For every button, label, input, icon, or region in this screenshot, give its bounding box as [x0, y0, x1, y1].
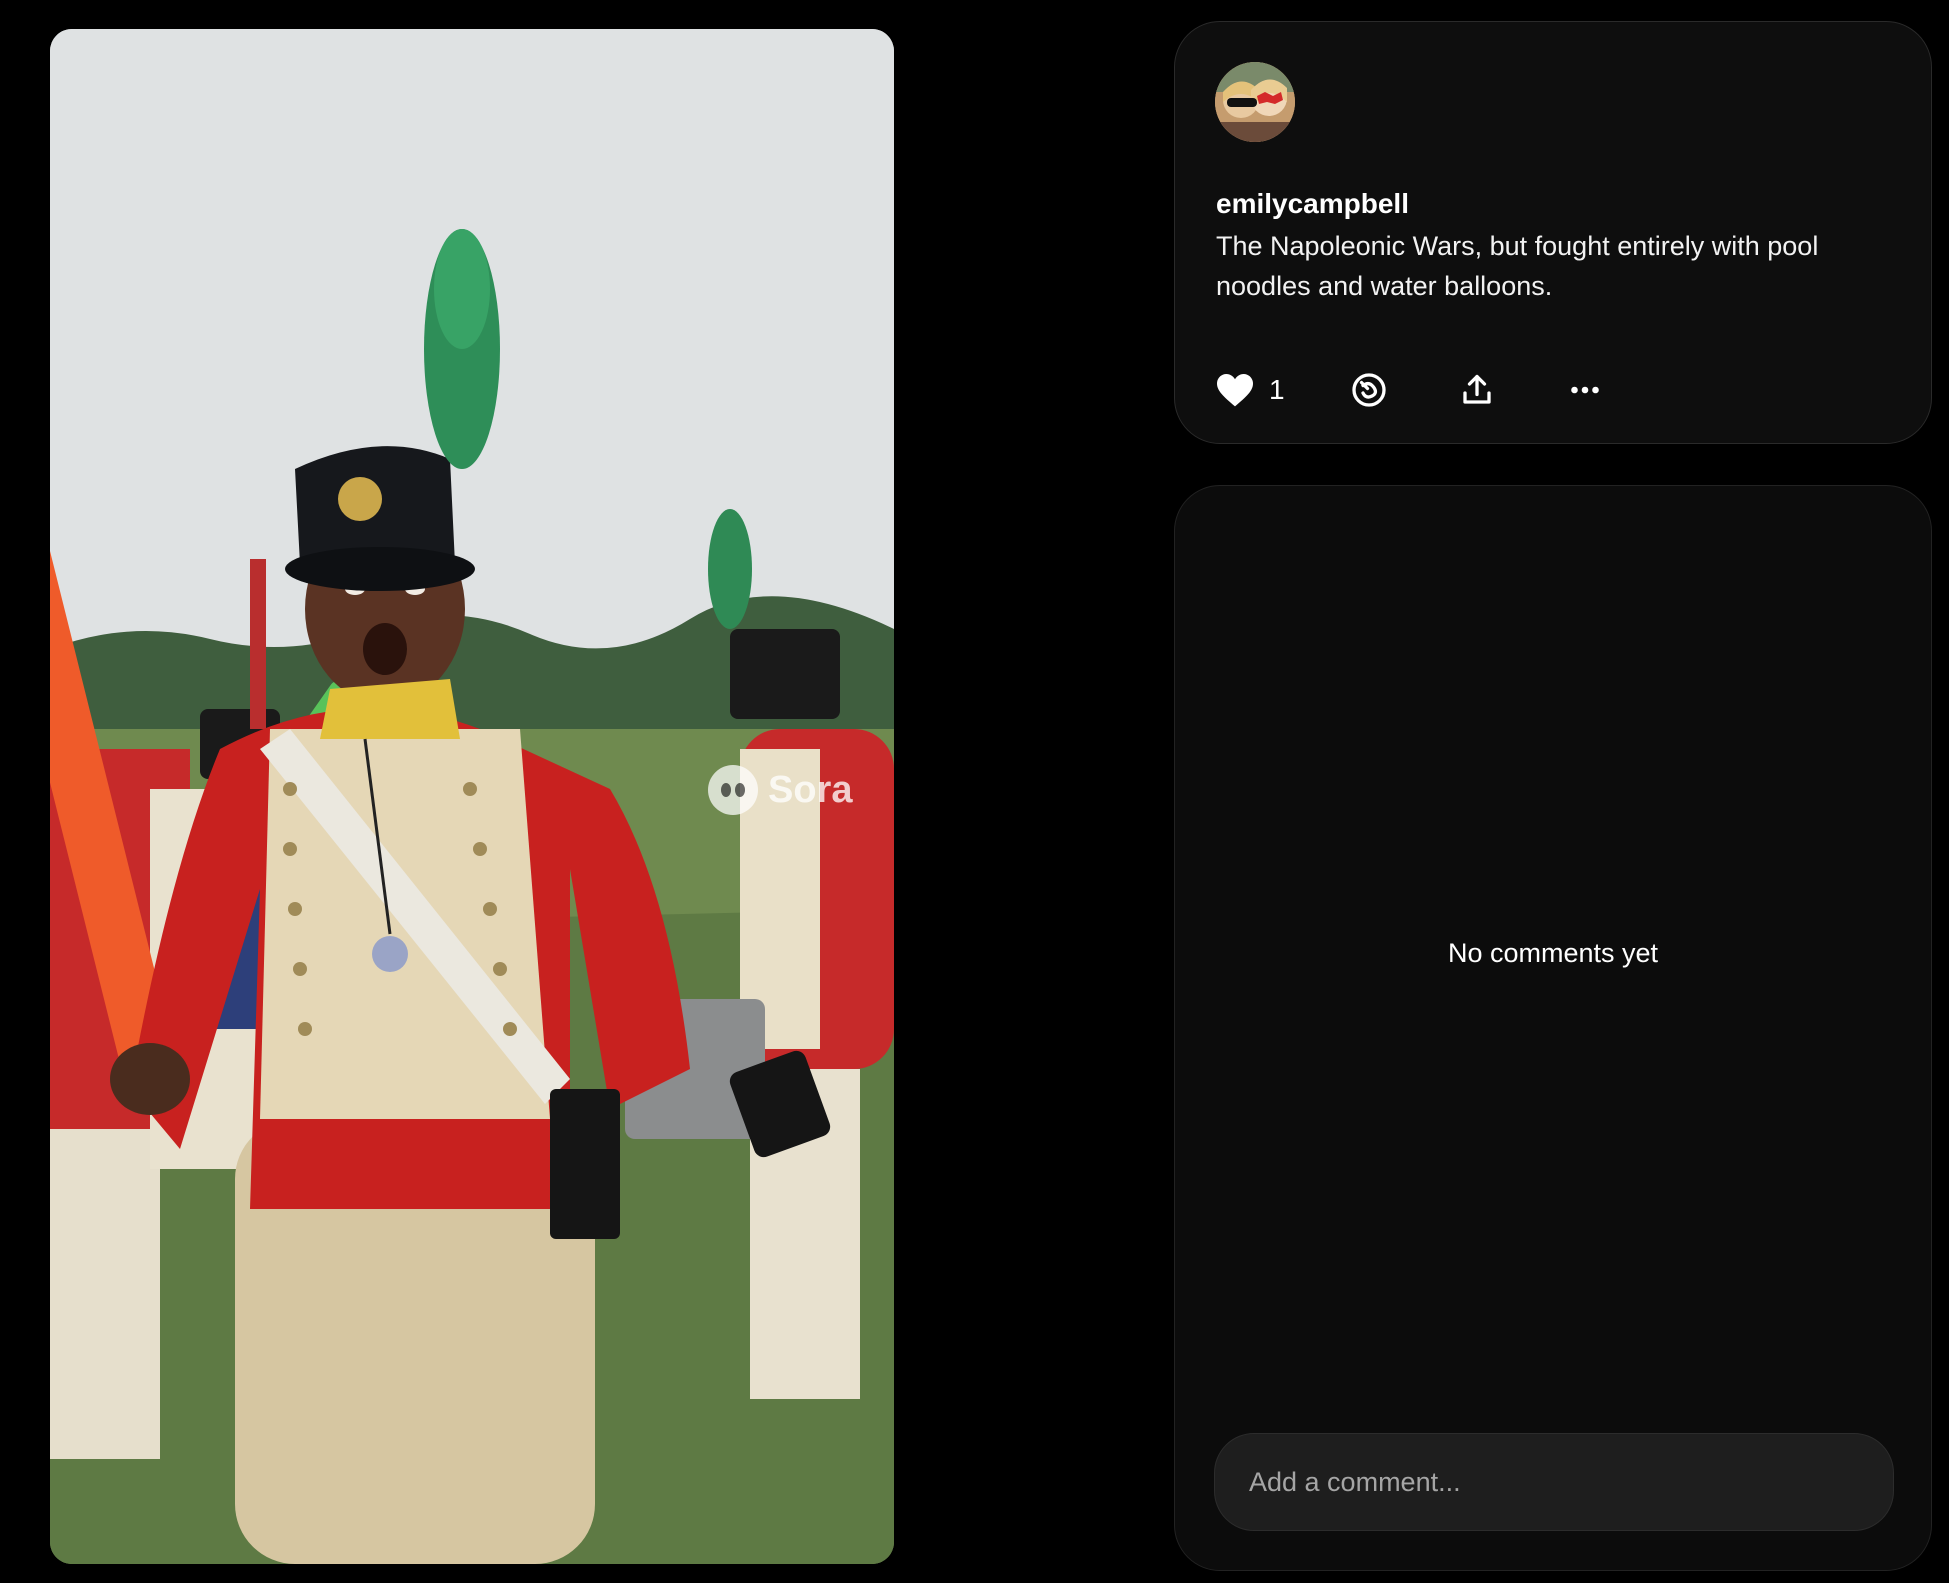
no-comments-message: No comments yet — [1447, 938, 1659, 968]
post-actions: 1 — [1215, 368, 1815, 418]
remix-icon — [1352, 373, 1386, 407]
comments-panel: No comments yet — [1174, 485, 1932, 1571]
sora-logo-icon — [708, 765, 758, 815]
post-caption: The Napoleonic Wars, but fought entirely… — [1216, 231, 1819, 301]
username[interactable]: emilycampbell — [1216, 188, 1409, 220]
more-options-button[interactable] — [1567, 368, 1603, 412]
comment-input[interactable] — [1214, 1433, 1894, 1531]
heart-icon — [1217, 373, 1253, 407]
like-count: 1 — [1269, 374, 1285, 405]
share-upload-icon — [1463, 374, 1491, 404]
like-button[interactable]: 1 — [1215, 368, 1285, 412]
avatar-image — [1215, 62, 1295, 142]
share-button[interactable] — [1459, 368, 1495, 412]
post-card: emilycampbell The Napoleonic Wars, but f… — [1174, 21, 1932, 444]
more-dots-icon — [1571, 386, 1599, 394]
video-player[interactable]: Sora — [50, 29, 894, 1564]
page: Sora emilycampbell The Napoleonic Wars, … — [0, 0, 1949, 1583]
watermark-text: Sora — [768, 768, 853, 811]
user-avatar[interactable] — [1215, 62, 1295, 142]
sora-watermark: Sora — [708, 765, 852, 815]
remix-button[interactable] — [1351, 368, 1387, 412]
